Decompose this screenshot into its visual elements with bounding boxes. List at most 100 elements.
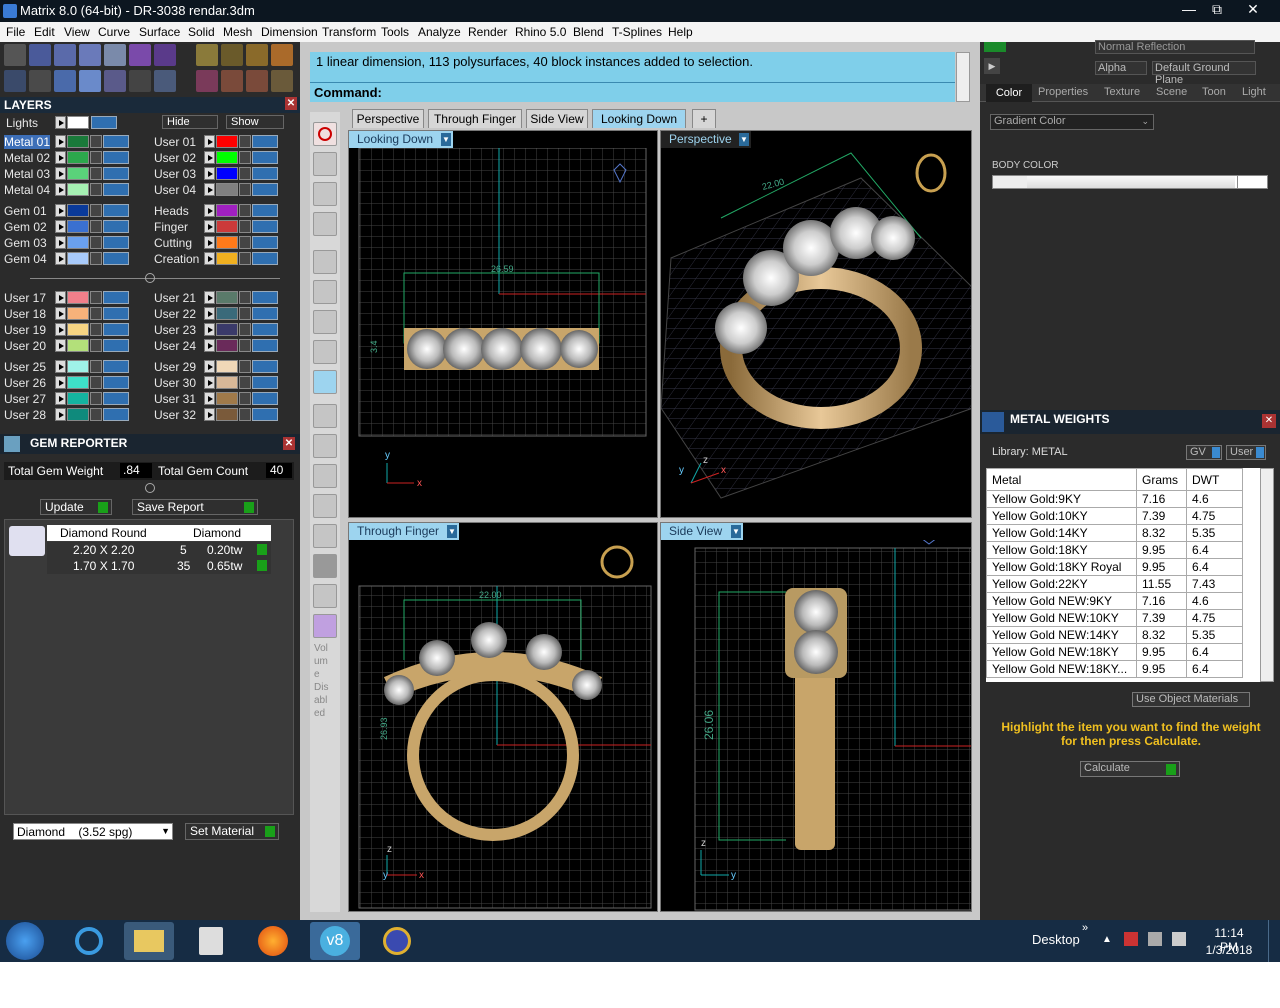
chevron-down-icon[interactable]: ▼ <box>447 525 457 538</box>
cylinder-icon[interactable] <box>79 70 101 92</box>
layer-name[interactable]: Gem 03 <box>4 236 47 250</box>
lock-icon[interactable] <box>90 360 102 373</box>
layer-expand-icon[interactable] <box>55 323 66 336</box>
view-front-icon[interactable] <box>313 310 337 334</box>
layer-color-swatch[interactable] <box>216 204 238 217</box>
layer-color-swatch[interactable] <box>216 408 238 421</box>
media-player-icon[interactable] <box>186 922 236 960</box>
layer-name[interactable]: User 27 <box>4 392 46 406</box>
lock-icon[interactable] <box>239 151 251 164</box>
layer-color-swatch[interactable] <box>216 135 238 148</box>
layer-controls[interactable] <box>204 236 284 249</box>
layer-visibility-toggle[interactable] <box>103 360 129 373</box>
metal-row[interactable]: Yellow Gold:10KY 7.39 4.75 <box>986 507 1243 525</box>
layer-color-swatch[interactable] <box>216 291 238 304</box>
layer-visibility-toggle[interactable] <box>103 376 129 389</box>
layer-expand-icon[interactable] <box>204 408 215 421</box>
lock-icon[interactable] <box>239 376 251 389</box>
layer-color-swatch[interactable] <box>216 252 238 265</box>
menu-tsplines[interactable]: T-Splines <box>612 25 662 39</box>
layer-visibility-toggle[interactable] <box>252 204 278 217</box>
gem-icon[interactable] <box>154 44 176 66</box>
gem-collapse-icon[interactable] <box>145 483 155 493</box>
layer-name[interactable]: Cutting <box>154 236 192 250</box>
viewport-perspective[interactable]: Perspective ▼ 22.00 z y x <box>660 130 972 518</box>
window-icon[interactable] <box>29 70 51 92</box>
layer-name[interactable]: Metal 03 <box>4 167 50 181</box>
layer-visibility-toggle[interactable] <box>103 307 129 320</box>
layer-color-swatch[interactable] <box>216 236 238 249</box>
lock-icon[interactable] <box>90 307 102 320</box>
layer-color-swatch[interactable] <box>67 236 89 249</box>
metal-row[interactable]: Yellow Gold:22KY 11.55 7.43 <box>986 575 1243 593</box>
search-icon[interactable] <box>29 44 51 66</box>
lock-icon[interactable] <box>90 183 102 196</box>
zoom-extents-icon[interactable] <box>313 404 337 428</box>
metal-weights-close-icon[interactable]: ✕ <box>1262 414 1276 428</box>
show-desktop-button[interactable] <box>1268 920 1280 962</box>
layer-name[interactable]: Gem 04 <box>4 252 47 266</box>
layer-name[interactable]: User 32 <box>154 408 196 422</box>
tab-texture[interactable]: Texture <box>1104 86 1140 98</box>
image-snap-icon[interactable] <box>271 44 293 66</box>
layer-color-swatch[interactable] <box>216 360 238 373</box>
command-input[interactable] <box>386 84 946 100</box>
layer-name[interactable]: User 29 <box>154 360 196 374</box>
layer-visibility-toggle[interactable] <box>252 151 278 164</box>
layer-name[interactable]: User 31 <box>154 392 196 406</box>
tray-flag-icon[interactable] <box>1124 932 1138 946</box>
lock-icon[interactable] <box>239 339 251 352</box>
layer-visibility-toggle[interactable] <box>103 252 129 265</box>
point-snap-icon[interactable] <box>246 44 268 66</box>
col-metal[interactable]: Metal <box>986 468 1137 491</box>
layer-controls[interactable] <box>204 151 284 164</box>
lock-icon[interactable] <box>239 220 251 233</box>
layer-name[interactable]: User 04 <box>154 183 196 197</box>
tab-through-finger[interactable]: Through Finger <box>428 109 522 128</box>
layer-controls[interactable] <box>204 408 284 421</box>
layer-name[interactable]: Gem 01 <box>4 204 47 218</box>
axis-icon[interactable] <box>313 152 337 176</box>
lock-icon[interactable] <box>90 220 102 233</box>
layer-color-swatch[interactable] <box>67 252 89 265</box>
menu-mesh[interactable]: Mesh <box>223 25 252 39</box>
viewport-through-finger[interactable]: Through Finger ▼ 22.00 26.93 z y x <box>348 522 658 912</box>
menu-view[interactable]: View <box>64 25 90 39</box>
user-toggle[interactable]: User <box>1226 445 1266 460</box>
layer-name[interactable]: User 01 <box>154 135 196 149</box>
layer-expand-icon[interactable] <box>204 291 215 304</box>
tab-color[interactable]: Color <box>986 84 1032 102</box>
lock-icon[interactable] <box>90 291 102 304</box>
layer-color-swatch[interactable] <box>216 323 238 336</box>
layer-expand-icon[interactable] <box>204 151 215 164</box>
layer-controls[interactable] <box>204 220 284 233</box>
layer-visibility-toggle[interactable] <box>103 167 129 180</box>
pen-icon[interactable] <box>129 44 151 66</box>
gem-row[interactable]: 1.70 X 1.70 35 0.65tw <box>47 558 271 574</box>
menu-edit[interactable]: Edit <box>34 25 55 39</box>
lock-icon[interactable] <box>239 392 251 405</box>
layer-visibility-toggle[interactable] <box>252 167 278 180</box>
layer-controls[interactable] <box>55 376 135 389</box>
lock-icon[interactable] <box>90 167 102 180</box>
layer-name[interactable]: User 02 <box>154 151 196 165</box>
layer-color-swatch[interactable] <box>216 339 238 352</box>
lock-icon[interactable] <box>239 408 251 421</box>
layer-expand-icon[interactable] <box>204 392 215 405</box>
layer-color-swatch[interactable] <box>216 220 238 233</box>
lock-icon[interactable] <box>90 339 102 352</box>
layer-visibility-toggle[interactable] <box>103 135 129 148</box>
layer-color-swatch[interactable] <box>216 183 238 196</box>
calculate-button[interactable]: Calculate <box>1080 761 1180 777</box>
layer-expand-icon[interactable] <box>55 236 66 249</box>
layer-controls[interactable] <box>204 392 284 405</box>
chevron-down-icon[interactable]: ▼ <box>441 133 451 146</box>
gradient-select[interactable]: Gradient Color ⌄ <box>990 114 1154 130</box>
chevron-down-icon[interactable]: ▼ <box>739 133 749 146</box>
layer-color-swatch[interactable] <box>216 167 238 180</box>
grid-icon[interactable] <box>4 70 26 92</box>
reflection-select[interactable]: Normal Reflection <box>1095 40 1255 54</box>
layer-expand-icon[interactable] <box>55 307 66 320</box>
layer-name[interactable]: User 19 <box>4 323 46 337</box>
layer-color-swatch[interactable] <box>67 183 89 196</box>
